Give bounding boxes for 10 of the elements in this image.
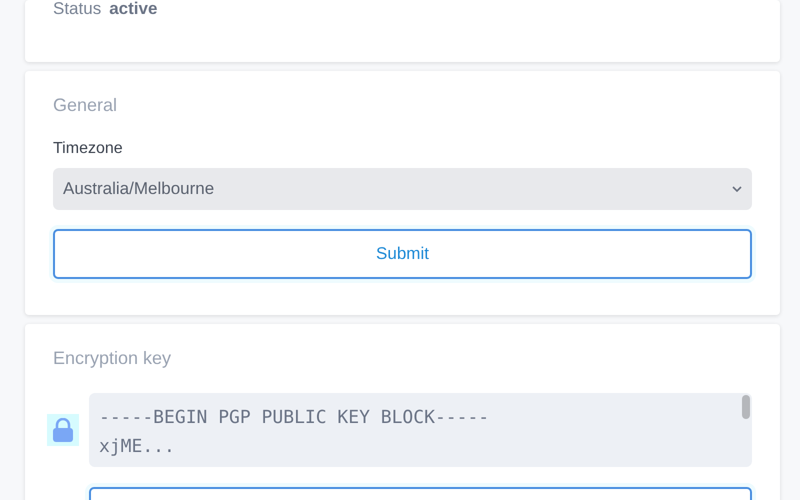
key-textarea[interactable]: -----BEGIN PGP PUBLIC KEY BLOCK----- xjME... [89,393,752,467]
chevron-down-icon [732,186,742,192]
lock-icon [47,414,79,446]
status-value: active [109,0,158,20]
status-label: Status [53,0,102,20]
scrollbar-thumb[interactable] [742,395,750,419]
timezone-label: Timezone [53,140,124,158]
section-title: General [53,95,118,116]
timezone-select[interactable]: Australia/Melbourne [53,168,752,210]
section-title: Encryption key [53,348,172,369]
